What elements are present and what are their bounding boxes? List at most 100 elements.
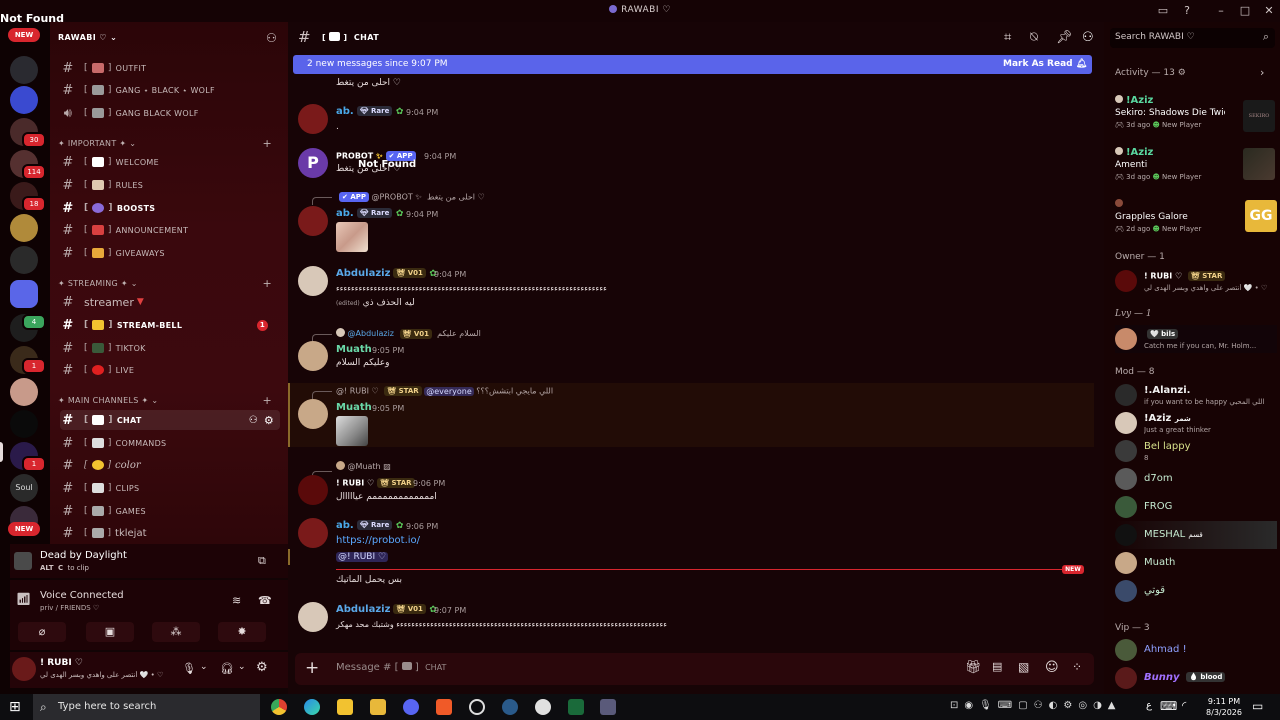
- server-icon-6[interactable]: [10, 214, 38, 242]
- member-item[interactable]: MESHAL قسم: [1115, 521, 1277, 549]
- maximize-button[interactable]: □: [1236, 3, 1254, 19]
- server-icon-2[interactable]: [10, 86, 38, 114]
- new-messages-bar[interactable]: 2 new messages since 9:07 PM Mark As Rea…: [293, 55, 1092, 74]
- taskbar-search-input[interactable]: ⌕ Type here to search: [33, 694, 260, 720]
- threads-icon[interactable]: ⌗: [1004, 30, 1011, 45]
- discord-icon[interactable]: [403, 699, 419, 715]
- add-channel-icon[interactable]: +: [262, 137, 272, 150]
- image-attachment[interactable]: [336, 416, 368, 446]
- new-servers-pill[interactable]: NEW: [8, 522, 40, 536]
- clip-icon[interactable]: ⧉: [258, 554, 266, 568]
- edge-icon[interactable]: [304, 699, 320, 715]
- xbox-icon[interactable]: [568, 699, 584, 715]
- channel-live[interactable]: #[] LIVE: [60, 360, 280, 380]
- soundboard-button[interactable]: ✸: [218, 622, 266, 642]
- avatar[interactable]: [298, 399, 328, 429]
- sticker-icon[interactable]: ▧: [1018, 660, 1029, 674]
- add-channel-icon[interactable]: +: [262, 394, 272, 407]
- disconnect-icon[interactable]: ☎: [258, 594, 272, 607]
- microphone-icon[interactable]: 🎙︎: [182, 662, 196, 675]
- channel-color[interactable]: #[] color: [60, 455, 280, 475]
- image-attachment[interactable]: [336, 222, 368, 252]
- headphones-icon[interactable]: 🎧︎: [220, 662, 234, 675]
- channel-stream-bell[interactable]: #[] STREAM-BELL 1: [60, 315, 280, 335]
- chrome-icon[interactable]: [271, 699, 287, 715]
- channel-boosts[interactable]: #[] BOOSTS: [60, 198, 280, 218]
- app-icon[interactable]: [600, 699, 616, 715]
- gift-icon[interactable]: 🎁︎: [965, 660, 982, 675]
- avatar[interactable]: [298, 206, 328, 236]
- channel-rules[interactable]: #[] RULES: [60, 175, 280, 195]
- store-icon[interactable]: [370, 699, 386, 715]
- channel-outfit[interactable]: #[] OUTFIT: [60, 58, 280, 78]
- server-icon-soul[interactable]: Soul: [10, 474, 38, 502]
- notification-icon[interactable]: ▭: [1252, 699, 1263, 713]
- server-icon-7[interactable]: [10, 246, 38, 274]
- reply-preview[interactable]: @Muath ▨: [336, 461, 391, 471]
- reply-preview[interactable]: @Abdulaziz 👑︎ V01 السلام عليكم: [336, 328, 481, 339]
- camera-off-button[interactable]: ⌀: [18, 622, 66, 642]
- chevron-down-icon[interactable]: ⌄: [238, 662, 246, 672]
- member-item[interactable]: Ahmad !: [1115, 636, 1277, 664]
- voice-channel-link[interactable]: priv / FRIENDS ♡: [40, 604, 99, 612]
- steam-icon[interactable]: [502, 699, 518, 715]
- username[interactable]: ab. 💎︎ Rare ✿: [336, 208, 403, 219]
- voice-channel-gang-black-wolf[interactable]: 🔊︎[] GANG BLACK WOLF: [60, 103, 280, 123]
- avatar[interactable]: [298, 602, 328, 632]
- member-item[interactable]: d7om: [1115, 465, 1277, 493]
- probot-avatar[interactable]: P: [298, 148, 328, 178]
- minimize-button[interactable]: –: [1212, 3, 1230, 19]
- avatar[interactable]: [298, 518, 328, 548]
- message-input[interactable]: Message # [ ] CHAT: [336, 662, 446, 673]
- file-explorer-icon[interactable]: [337, 699, 353, 715]
- invite-icon[interactable]: ⚇: [249, 415, 258, 426]
- reply-preview[interactable]: ✔ APP @PROBOT ✨︎ احلى من يتغط ♡: [336, 192, 485, 203]
- inbox-icon[interactable]: ▭: [1154, 3, 1172, 19]
- gear-icon[interactable]: ⚙: [256, 660, 268, 675]
- member-list-icon[interactable]: ⚇: [1082, 30, 1094, 45]
- mute-icon[interactable]: ⍉: [1030, 30, 1038, 45]
- language-indicator[interactable]: ع: [1146, 700, 1152, 711]
- server-icon-10[interactable]: [10, 378, 38, 406]
- username[interactable]: ab. 💎︎ Rare ✿: [336, 520, 403, 531]
- username[interactable]: Muath: [336, 344, 372, 355]
- reply-preview[interactable]: @! RUBI ♡ 👑︎ STAR @everyone اللي مايجي ا…: [336, 386, 553, 396]
- apps-icon[interactable]: ⁘: [1072, 660, 1082, 674]
- member-item[interactable]: !.Alanzi. if you want to be happy اللي ا…: [1115, 381, 1277, 409]
- emoji-icon[interactable]: ☺: [1045, 660, 1059, 675]
- category-important[interactable]: ✦ IMPORTANT ✦ ⌄ +: [58, 137, 280, 150]
- channel-announcement[interactable]: #[] ANNOUNCEMENT: [60, 220, 280, 240]
- category-streaming[interactable]: ✦ STREAMING ✦ ⌄ +: [58, 277, 280, 290]
- activity-card[interactable]: !Aziz Sekiro: Shadows Die Twice ... 🎮︎ 3…: [1115, 92, 1275, 140]
- avatar[interactable]: [298, 475, 328, 505]
- username[interactable]: ab. 💎︎ Rare ✿: [336, 106, 403, 117]
- channel-gang-black-wolf[interactable]: #[] GANG ⋆ BLACK ⋆ WOLF: [60, 80, 280, 100]
- channel-tklejat[interactable]: #[] tklejat: [60, 523, 280, 543]
- member-item[interactable]: Bel lappy 8: [1115, 437, 1277, 465]
- chevron-down-icon[interactable]: ⌄: [200, 662, 208, 672]
- server-icon-1[interactable]: [10, 56, 38, 84]
- gear-icon[interactable]: ⚙: [264, 414, 274, 427]
- server-icon-11[interactable]: [10, 410, 38, 438]
- app-icon[interactable]: [469, 699, 485, 715]
- screen-share-button[interactable]: ▣: [86, 622, 134, 642]
- channel-commands[interactable]: #[] COMMANDS: [60, 433, 280, 453]
- avatar[interactable]: [298, 104, 328, 134]
- avatar[interactable]: [298, 341, 328, 371]
- member-item[interactable]: !Aziz شمر Just a great thinker: [1115, 409, 1277, 437]
- server-name[interactable]: RAWABI ♡ ⌄: [58, 33, 117, 42]
- brave-icon[interactable]: [436, 699, 452, 715]
- message-composer[interactable]: + Message # [ ] CHAT 🎁︎ ▤ ▧ ☺ ⁘: [295, 653, 1094, 685]
- activity-card[interactable]: Grapples Galore 🎮︎ 2d ago ☻ New Player G…: [1115, 196, 1277, 244]
- channel-giveaways[interactable]: #[] GIVEAWAYS: [60, 243, 280, 263]
- help-icon[interactable]: ?: [1178, 3, 1196, 19]
- username[interactable]: Abdulaziz 👑︎ V01 ✿: [336, 604, 437, 615]
- activities-button[interactable]: ⁂: [152, 622, 200, 642]
- folder-icon[interactable]: [10, 280, 38, 308]
- username[interactable]: Abdulaziz 👑︎ V01 ✿: [336, 268, 437, 279]
- app-icon[interactable]: [535, 699, 551, 715]
- category-main-channels[interactable]: ✦ MAIN CHANNELS ✦ ⌄ +: [58, 394, 280, 407]
- chevron-right-icon[interactable]: ›: [1260, 66, 1264, 79]
- search-input[interactable]: Search RAWABI ♡ ⌕: [1110, 28, 1275, 48]
- invite-icon[interactable]: ⚇: [266, 31, 277, 45]
